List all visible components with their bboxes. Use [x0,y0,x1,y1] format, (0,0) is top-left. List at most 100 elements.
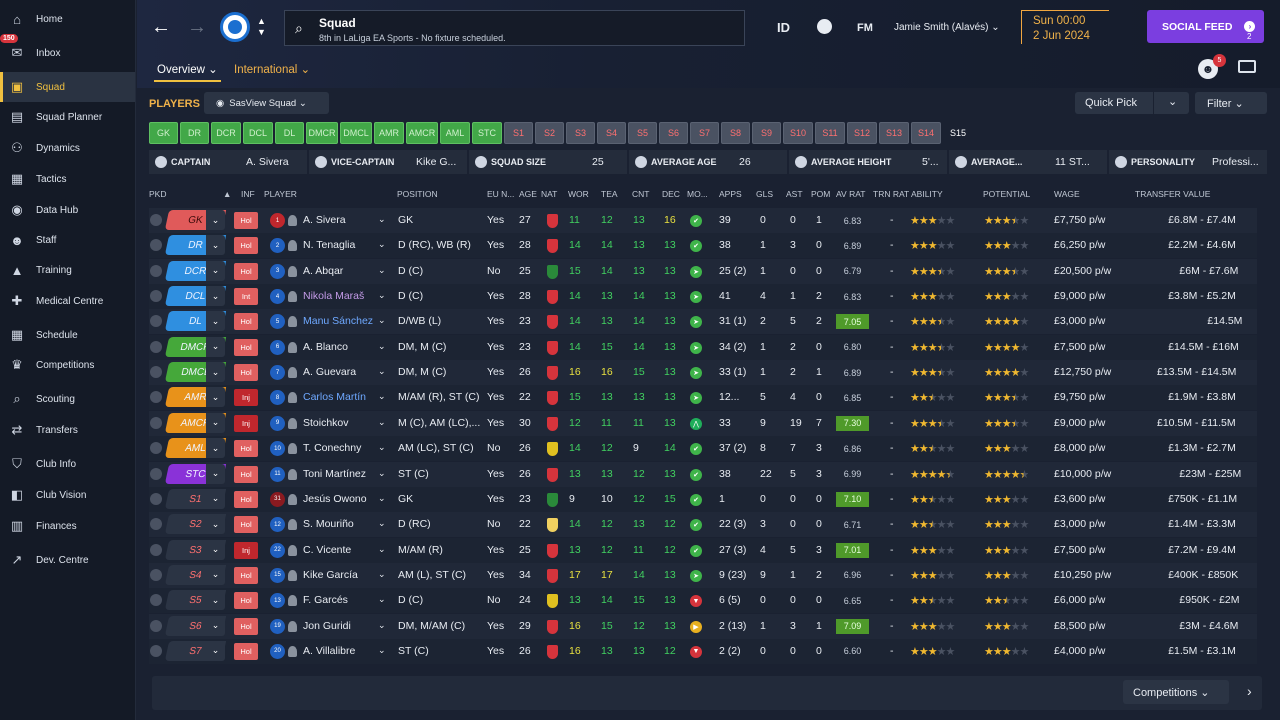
table-row[interactable]: STC ⌄ Hol 11 Toni Martínez ⌄ ST (C) Yes 26 13 13 12… [149,461,1257,487]
position-toggle-amr[interactable]: AMR [374,122,404,144]
select-checkbox[interactable] [150,340,162,353]
morale-icon[interactable]: ✔ [690,544,702,557]
col-player[interactable]: PLAYER [264,189,297,199]
position-toggle-gk[interactable]: GK [149,122,178,144]
col-transfer-value[interactable]: TRANSFER VALUE [1135,189,1210,199]
player-menu-chevron-icon[interactable]: ⌄ [378,214,386,225]
table-row[interactable]: S6 ⌄ Hol 19 Jon Guridi ⌄ DM, M/AM (C) Yes 29 16 15… [149,613,1257,639]
nationality-flag-icon[interactable] [547,315,558,330]
sidebar-item-staff[interactable]: ☻ Staff [0,225,135,255]
morale-icon[interactable]: ⋀ [690,417,702,430]
morale-icon[interactable]: ➤ [690,341,702,354]
position-toggle-dr[interactable]: DR [180,122,209,144]
player-name[interactable]: Kike García [303,569,358,581]
forward-arrow-icon[interactable]: → [187,16,207,39]
club-crest[interactable] [220,12,250,42]
sidebar-item-home[interactable]: ⌂ Home [0,4,135,34]
info-badge[interactable]: Hol [234,465,258,483]
morale-icon[interactable]: ✔ [690,468,702,481]
quick-pick-dropdown-icon[interactable]: ⌄ [1168,95,1177,108]
nationality-flag-icon[interactable] [547,543,558,558]
sidebar-item-tactics[interactable]: ▦ Tactics [0,164,135,194]
select-checkbox[interactable] [150,442,162,455]
select-checkbox[interactable] [150,568,162,581]
table-row[interactable]: AML ⌄ Hol 10 T. Conechny ⌄ AM (LC), ST (C) No 26… [149,436,1257,462]
player-menu-chevron-icon[interactable]: ⌄ [378,265,386,276]
chevron-down-icon[interactable]: ⌄ [206,336,225,357]
player-menu-chevron-icon[interactable]: ⌄ [378,594,386,605]
select-checkbox[interactable] [150,619,162,632]
select-checkbox[interactable] [150,543,162,556]
player-name[interactable]: S. Mouriño [303,518,354,530]
info-badge[interactable]: Hol [234,566,258,584]
sidebar-item-dev-centre[interactable]: ↗ Dev. Centre [0,545,135,575]
info-badge[interactable]: Hol [234,237,258,255]
club-switch-arrows-icon[interactable]: ▲ ▼ [257,16,266,38]
tab-overview[interactable]: Overview ⌄ [154,62,221,82]
morale-icon[interactable]: ✔ [690,519,702,532]
position-toggle-s11[interactable]: S11 [815,122,845,144]
sidebar-item-training[interactable]: ▲ Training [0,255,135,285]
nationality-flag-icon[interactable] [547,264,558,279]
position-toggle-dmcl[interactable]: DMCL [340,122,372,144]
col-ast[interactable]: AST [786,189,803,199]
table-row[interactable]: S5 ⌄ Hol 13 F. Garcés ⌄ D (C) No 24 13 14 15 13 ▼ 6 (5… [149,588,1257,614]
player-name[interactable]: Nikola Maraš [303,290,364,302]
info-badge[interactable]: Hol [234,313,258,331]
player-menu-chevron-icon[interactable]: ⌄ [378,315,386,326]
position-toggle-dl[interactable]: DL [275,122,304,144]
info-badge[interactable]: Hol [234,642,258,660]
sidebar-item-inbox[interactable]: ✉ Inbox [0,38,135,68]
nationality-flag-icon[interactable] [547,340,558,355]
position-toggle-s2[interactable]: S2 [535,122,564,144]
sidebar-item-squad-planner[interactable]: ▤ Squad Planner [0,102,135,132]
select-checkbox[interactable] [150,214,162,226]
nationality-flag-icon[interactable] [547,416,558,431]
player-name[interactable]: Toni Martínez [303,468,366,480]
morale-icon[interactable]: ➤ [690,569,702,582]
morale-icon[interactable]: ➤ [690,265,702,278]
player-menu-chevron-icon[interactable]: ⌄ [378,391,386,402]
info-badge[interactable]: Hol [234,364,258,382]
select-checkbox[interactable] [150,416,162,429]
id-button[interactable]: ID [777,20,790,35]
manager-menu[interactable]: Jamie Smith (Alavés) ⌄ [894,22,1000,33]
morale-icon[interactable]: ✔ [690,493,702,506]
player-name[interactable]: Jon Guridi [303,620,351,632]
sidebar-item-data-hub[interactable]: ◉ Data Hub [0,195,135,225]
morale-icon[interactable]: ▼ [690,645,702,658]
col-pkd[interactable]: PKD [149,189,166,199]
select-checkbox[interactable] [150,366,162,379]
nationality-flag-icon[interactable] [547,442,558,457]
player-menu-chevron-icon[interactable]: ⌄ [378,366,386,377]
player-menu-chevron-icon[interactable]: ⌄ [378,341,386,352]
position-toggle-amcr[interactable]: AMCR [406,122,438,144]
morale-icon[interactable]: ✔ [690,443,702,456]
table-row[interactable]: DMCR ⌄ Hol 6 A. Blanco ⌄ DM, M (C) Yes 23 14 15 14 1… [149,334,1257,360]
chevron-down-icon[interactable]: ⌄ [206,210,225,230]
col-inf[interactable]: INF [241,189,255,199]
sidebar-item-club-vision[interactable]: ◧ Club Vision [0,480,135,510]
competitions-select[interactable]: Competitions ⌄ [1123,680,1229,704]
player-menu-chevron-icon[interactable]: ⌄ [378,468,386,479]
player-name[interactable]: Stoichkov [303,417,349,429]
nationality-flag-icon[interactable] [547,619,558,634]
date-display[interactable]: Sun 00:00 2 Jun 2024 [1021,10,1109,44]
player-menu-chevron-icon[interactable]: ⌄ [378,442,386,453]
position-toggle-dcl[interactable]: DCL [243,122,273,144]
sidebar-item-medical-centre[interactable]: ✚ Medical Centre [0,286,135,316]
position-toggle-s14[interactable]: S14 [911,122,941,144]
chevron-right-icon[interactable]: › [1247,683,1252,699]
col-wor[interactable]: WOR [568,189,589,199]
select-checkbox[interactable] [150,391,162,404]
table-row[interactable]: DR ⌄ Hol 2 N. Tenaglia ⌄ D (RC), WB (R) Yes 28 14… [149,233,1257,259]
col-dec[interactable]: DEC [662,189,680,199]
player-name[interactable]: F. Garcés [303,594,348,606]
col-potential[interactable]: POTENTIAL [983,189,1030,199]
position-toggle-s15[interactable]: S15 [943,122,973,144]
select-checkbox[interactable] [150,492,162,505]
info-badge[interactable]: Hol [234,262,258,280]
player-menu-chevron-icon[interactable]: ⌄ [378,569,386,580]
morale-icon[interactable]: ✔ [690,215,702,227]
position-toggle-s1[interactable]: S1 [504,122,533,144]
